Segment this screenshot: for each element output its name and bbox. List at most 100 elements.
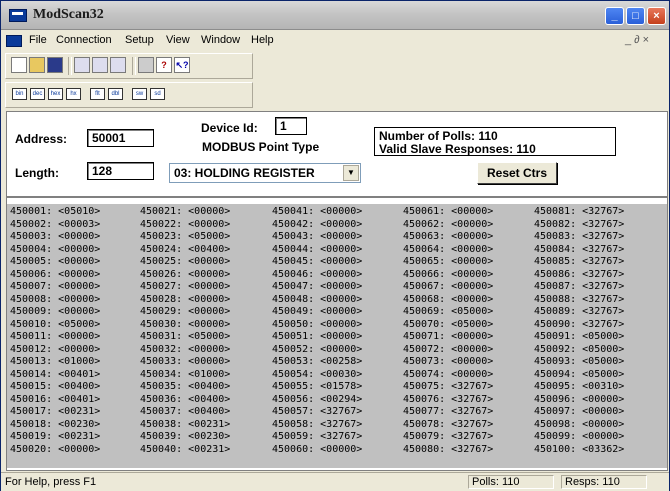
- register-row[interactable]: 450045: <00000>: [272, 256, 362, 269]
- close-button[interactable]: ×: [647, 7, 666, 25]
- register-row[interactable]: 450016: <00401>: [10, 394, 100, 407]
- swap-double-format-icon[interactable]: sd: [150, 88, 165, 100]
- register-row[interactable]: 450041: <00000>: [272, 206, 362, 219]
- register-row[interactable]: 450060: <00000>: [272, 444, 362, 457]
- register-row[interactable]: 450081: <32767>: [534, 206, 624, 219]
- display-icon[interactable]: [110, 57, 126, 73]
- decimal-format-icon[interactable]: dec: [30, 88, 45, 100]
- register-row[interactable]: 450074: <00000>: [403, 369, 493, 382]
- register-row[interactable]: 450064: <00000>: [403, 244, 493, 257]
- register-row[interactable]: 450029: <00000>: [140, 306, 230, 319]
- register-row[interactable]: 450019: <00231>: [10, 431, 100, 444]
- register-row[interactable]: 450055: <01578>: [272, 381, 362, 394]
- register-row[interactable]: 450048: <00000>: [272, 294, 362, 307]
- register-row[interactable]: 450033: <00000>: [140, 356, 230, 369]
- register-row[interactable]: 450009: <00000>: [10, 306, 100, 319]
- register-row[interactable]: 450097: <00000>: [534, 406, 624, 419]
- double-format-icon[interactable]: dbl: [108, 88, 123, 100]
- register-row[interactable]: 450069: <05000>: [403, 306, 493, 319]
- register-row[interactable]: 450093: <05000>: [534, 356, 624, 369]
- register-row[interactable]: 450049: <00000>: [272, 306, 362, 319]
- register-row[interactable]: 450091: <05000>: [534, 331, 624, 344]
- register-row[interactable]: 450006: <00000>: [10, 269, 100, 282]
- register-row[interactable]: 450042: <00000>: [272, 219, 362, 232]
- register-row[interactable]: 450001: <05010>: [10, 206, 100, 219]
- register-row[interactable]: 450079: <32767>: [403, 431, 493, 444]
- register-row[interactable]: 450088: <32767>: [534, 294, 624, 307]
- register-row[interactable]: 450036: <00400>: [140, 394, 230, 407]
- context-help-icon[interactable]: ↖?: [174, 57, 190, 73]
- register-row[interactable]: 450025: <00000>: [140, 256, 230, 269]
- menu-window[interactable]: Window: [201, 34, 240, 46]
- register-row[interactable]: 450061: <00000>: [403, 206, 493, 219]
- register-row[interactable]: 450026: <00000>: [140, 269, 230, 282]
- register-row[interactable]: 450031: <05000>: [140, 331, 230, 344]
- register-row[interactable]: 450067: <00000>: [403, 281, 493, 294]
- register-row[interactable]: 450071: <00000>: [403, 331, 493, 344]
- register-row[interactable]: 450090: <32767>: [534, 319, 624, 332]
- register-row[interactable]: 450057: <32767>: [272, 406, 362, 419]
- register-row[interactable]: 450058: <32767>: [272, 419, 362, 432]
- device-id-field[interactable]: 1: [275, 117, 307, 135]
- about-icon[interactable]: ?: [156, 57, 172, 73]
- register-row[interactable]: 450022: <00000>: [140, 219, 230, 232]
- register-row[interactable]: 450002: <00003>: [10, 219, 100, 232]
- register-row[interactable]: 450015: <00400>: [10, 381, 100, 394]
- register-row[interactable]: 450047: <00000>: [272, 281, 362, 294]
- register-row[interactable]: 450030: <00000>: [140, 319, 230, 332]
- menu-file[interactable]: File: [29, 34, 47, 46]
- register-row[interactable]: 450020: <00000>: [10, 444, 100, 457]
- register-row[interactable]: 450068: <00000>: [403, 294, 493, 307]
- register-row[interactable]: 450096: <00000>: [534, 394, 624, 407]
- maximize-button[interactable]: □: [626, 7, 645, 25]
- register-row[interactable]: 450054: <00030>: [272, 369, 362, 382]
- document-icon[interactable]: [6, 35, 22, 47]
- register-row[interactable]: 450028: <00000>: [140, 294, 230, 307]
- register-row[interactable]: 450046: <00000>: [272, 269, 362, 282]
- register-row[interactable]: 450053: <00258>: [272, 356, 362, 369]
- register-row[interactable]: 450100: <03362>: [534, 444, 624, 457]
- save-icon[interactable]: [47, 57, 63, 73]
- register-row[interactable]: 450078: <32767>: [403, 419, 493, 432]
- register-row[interactable]: 450085: <32767>: [534, 256, 624, 269]
- register-row[interactable]: 450023: <05000>: [140, 231, 230, 244]
- register-row[interactable]: 450005: <00000>: [10, 256, 100, 269]
- register-row[interactable]: 450059: <32767>: [272, 431, 362, 444]
- register-row[interactable]: 450040: <00231>: [140, 444, 230, 457]
- menu-setup[interactable]: Setup: [125, 34, 154, 46]
- register-row[interactable]: 450066: <00000>: [403, 269, 493, 282]
- register-row[interactable]: 450099: <00000>: [534, 431, 624, 444]
- register-row[interactable]: 450034: <01000>: [140, 369, 230, 382]
- register-row[interactable]: 450062: <00000>: [403, 219, 493, 232]
- register-row[interactable]: 450007: <00000>: [10, 281, 100, 294]
- register-row[interactable]: 450021: <00000>: [140, 206, 230, 219]
- hex2-format-icon[interactable]: hx: [66, 88, 81, 100]
- register-row[interactable]: 450076: <32767>: [403, 394, 493, 407]
- minimize-button[interactable]: _: [605, 7, 624, 25]
- register-row[interactable]: 450035: <00400>: [140, 381, 230, 394]
- chevron-down-icon[interactable]: ▼: [343, 165, 359, 181]
- register-row[interactable]: 450073: <00000>: [403, 356, 493, 369]
- open-icon[interactable]: [29, 57, 45, 73]
- register-row[interactable]: 450056: <00294>: [272, 394, 362, 407]
- title-bar[interactable]: ModScan32 _ □ ×: [1, 1, 669, 30]
- point-type-select[interactable]: 03: HOLDING REGISTER ▼: [169, 163, 361, 183]
- register-row[interactable]: 450024: <00400>: [140, 244, 230, 257]
- register-row[interactable]: 450039: <00230>: [140, 431, 230, 444]
- register-row[interactable]: 450012: <00000>: [10, 344, 100, 357]
- register-row[interactable]: 450011: <00000>: [10, 331, 100, 344]
- register-row[interactable]: 450095: <00310>: [534, 381, 624, 394]
- register-row[interactable]: 450051: <00000>: [272, 331, 362, 344]
- address-field[interactable]: 50001: [87, 129, 154, 147]
- register-row[interactable]: 450094: <05000>: [534, 369, 624, 382]
- register-row[interactable]: 450027: <00000>: [140, 281, 230, 294]
- disconnect-icon[interactable]: [92, 57, 108, 73]
- register-row[interactable]: 450017: <00231>: [10, 406, 100, 419]
- mdi-controls[interactable]: _ ∂ ×: [625, 34, 649, 46]
- register-row[interactable]: 450043: <00000>: [272, 231, 362, 244]
- register-row[interactable]: 450037: <00400>: [140, 406, 230, 419]
- register-row[interactable]: 450014: <00401>: [10, 369, 100, 382]
- menu-view[interactable]: View: [166, 34, 190, 46]
- register-row[interactable]: 450084: <32767>: [534, 244, 624, 257]
- new-icon[interactable]: [11, 57, 27, 73]
